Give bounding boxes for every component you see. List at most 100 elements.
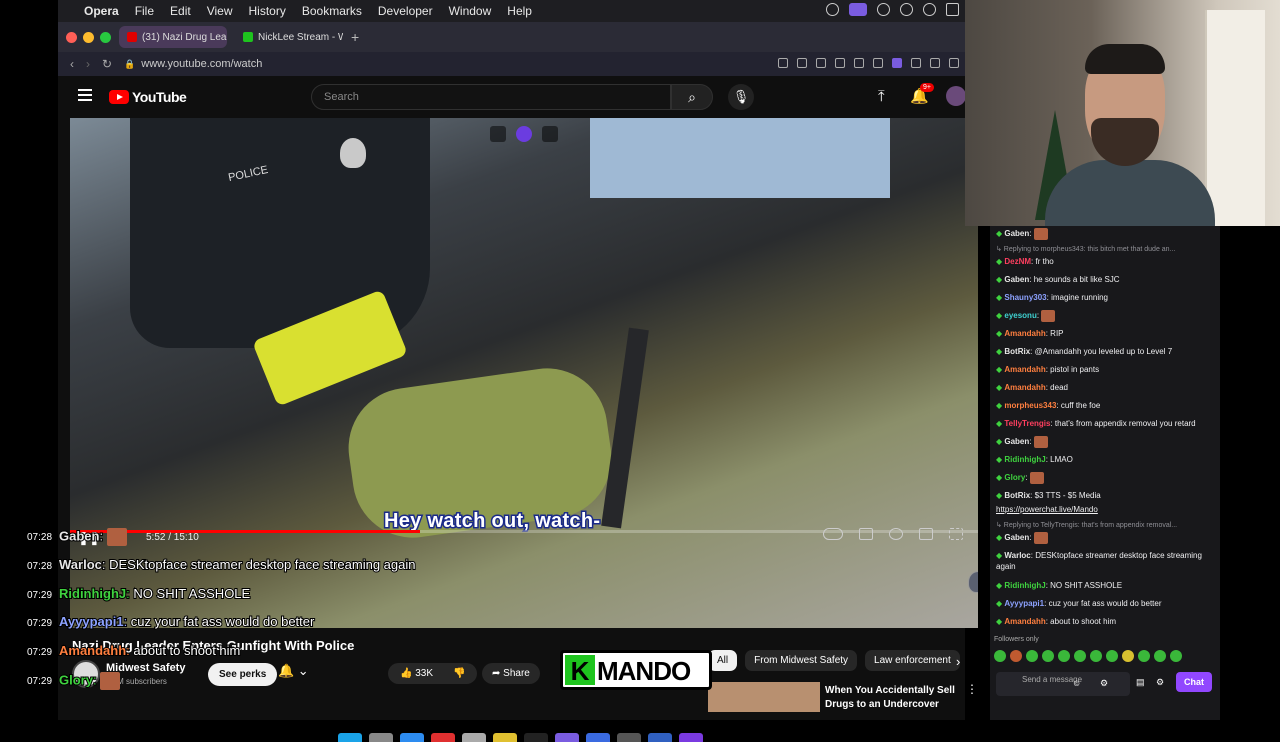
menubar-app-name[interactable]: Opera bbox=[84, 4, 119, 18]
menu-icon[interactable] bbox=[911, 58, 921, 68]
shield-icon[interactable] bbox=[816, 58, 826, 68]
menu-bookmarks[interactable]: Bookmarks bbox=[302, 4, 362, 18]
emote-icon[interactable] bbox=[1010, 650, 1022, 662]
emote-icon[interactable] bbox=[1058, 650, 1070, 662]
camera-icon[interactable] bbox=[797, 58, 807, 68]
chip-all[interactable]: All bbox=[708, 650, 738, 671]
close-window-button[interactable] bbox=[66, 31, 77, 43]
emote-icon[interactable] bbox=[1138, 650, 1150, 662]
chat-username[interactable]: Shauny303 bbox=[1004, 293, 1046, 302]
dock-app-icon[interactable] bbox=[400, 733, 424, 742]
related-video-title[interactable]: When You Accidentally Sell Drugs to an U… bbox=[825, 684, 955, 712]
chat-username[interactable]: BotRix bbox=[1004, 491, 1030, 500]
emote-icon[interactable] bbox=[1074, 650, 1086, 662]
search-icon[interactable]: ⌕ bbox=[671, 84, 713, 110]
play-icon[interactable] bbox=[835, 58, 845, 68]
menu-file[interactable]: File bbox=[135, 4, 154, 18]
new-tab-button[interactable]: + bbox=[351, 29, 359, 45]
chat-username[interactable]: Warloc bbox=[1004, 551, 1030, 560]
emote-icon[interactable] bbox=[994, 650, 1006, 662]
chip-from-channel[interactable]: From Midwest Safety bbox=[745, 650, 858, 671]
dock-app-icon[interactable] bbox=[586, 733, 610, 742]
menu-edit[interactable]: Edit bbox=[170, 4, 191, 18]
emote-icon[interactable] bbox=[1154, 650, 1166, 662]
autoplay-toggle-icon[interactable] bbox=[823, 528, 843, 540]
dock-app-icon[interactable] bbox=[648, 733, 672, 742]
chat-username[interactable]: Amandahh bbox=[1004, 365, 1045, 374]
edit-icon[interactable] bbox=[778, 58, 788, 68]
tab-kick-stream[interactable]: NickLee Stream - Watch bbox=[235, 26, 343, 48]
emote-icon[interactable] bbox=[1122, 650, 1134, 662]
dock-app-icon[interactable] bbox=[493, 733, 517, 742]
emote-icon[interactable] bbox=[1170, 650, 1182, 662]
menu-history[interactable]: History bbox=[249, 4, 286, 18]
dock-app-icon[interactable] bbox=[679, 733, 703, 742]
share-button[interactable]: ➦ Share bbox=[482, 663, 540, 684]
chat-username[interactable]: Gaben bbox=[1004, 229, 1029, 238]
video-player[interactable]: POLICE bbox=[70, 118, 978, 628]
dock-app-icon[interactable] bbox=[431, 733, 455, 742]
miniplayer-icon[interactable] bbox=[490, 126, 506, 142]
extension-icon[interactable] bbox=[892, 58, 902, 68]
dock-app-icon[interactable] bbox=[524, 733, 548, 742]
chat-send-button[interactable]: Chat bbox=[1176, 672, 1212, 692]
search-input[interactable]: Search bbox=[311, 84, 671, 110]
menu-help[interactable]: Help bbox=[507, 4, 532, 18]
control-center-icon[interactable] bbox=[946, 3, 959, 16]
heart-icon[interactable] bbox=[854, 58, 864, 68]
menu-window[interactable]: Window bbox=[449, 4, 492, 18]
more-options-icon[interactable]: ⋮ bbox=[966, 682, 978, 696]
chat-username[interactable]: RidinhighJ bbox=[1004, 455, 1045, 464]
emote-icon[interactable] bbox=[1042, 650, 1054, 662]
chat-username[interactable]: TellyTrengis bbox=[1004, 419, 1050, 428]
emote-icon[interactable] bbox=[1106, 650, 1118, 662]
chat-username[interactable]: Gaben bbox=[1004, 437, 1029, 446]
profile-icon[interactable] bbox=[930, 58, 940, 68]
captions-icon[interactable] bbox=[859, 528, 873, 540]
dock-app-icon[interactable] bbox=[617, 733, 641, 742]
fullscreen-icon[interactable] bbox=[949, 528, 963, 540]
theater-mode-icon[interactable] bbox=[919, 528, 933, 540]
chat-username[interactable]: RidinhighJ bbox=[1004, 581, 1045, 590]
upload-icon[interactable]: ⤒ bbox=[878, 88, 885, 105]
reload-icon[interactable]: ↻ bbox=[102, 57, 112, 71]
back-icon[interactable]: ‹ bbox=[70, 57, 74, 71]
subscription-bell-icon[interactable]: 🔔 ⌄ bbox=[278, 663, 309, 679]
forward-icon[interactable]: › bbox=[86, 57, 90, 71]
chat-message-input[interactable]: Send a message bbox=[996, 672, 1130, 696]
chat-username[interactable]: eyesonu bbox=[1004, 311, 1036, 320]
chat-username[interactable]: morpheus343 bbox=[1004, 401, 1056, 410]
emote-icon[interactable] bbox=[1026, 650, 1038, 662]
chip-law-enforcement[interactable]: Law enforcement bbox=[865, 650, 960, 671]
emote-picker-icon[interactable]: ☺ bbox=[1072, 678, 1081, 688]
chat-username[interactable]: DezNM bbox=[1004, 257, 1031, 266]
settings-gear-icon[interactable]: ⚙ bbox=[1156, 677, 1164, 688]
dock-app-icon[interactable] bbox=[369, 733, 393, 742]
dock-app-icon[interactable] bbox=[338, 733, 362, 742]
dock-app-icon[interactable] bbox=[462, 733, 486, 742]
url-text[interactable]: www.youtube.com/watch bbox=[141, 58, 262, 70]
status-icon[interactable] bbox=[826, 3, 839, 16]
chat-username[interactable]: Amandahh bbox=[1004, 617, 1045, 626]
box-icon[interactable] bbox=[949, 58, 959, 68]
emote-icon[interactable] bbox=[1090, 650, 1102, 662]
chat-username[interactable]: Glory bbox=[1004, 473, 1025, 482]
microphone-icon[interactable]: 🎙 bbox=[728, 84, 754, 110]
dock-app-icon[interactable] bbox=[555, 733, 579, 742]
hamburger-menu-icon[interactable] bbox=[78, 89, 92, 101]
chat-tools-icon[interactable]: ⚙ bbox=[1100, 678, 1108, 689]
chat-username[interactable]: Amandahh bbox=[1004, 383, 1045, 392]
menu-view[interactable]: View bbox=[207, 4, 233, 18]
chat-username[interactable]: Gaben bbox=[1004, 533, 1029, 542]
chat-username[interactable]: Ayyypapi1 bbox=[1004, 599, 1044, 608]
tab-youtube[interactable]: (31) Nazi Drug Leade bbox=[119, 26, 227, 48]
youtube-logo[interactable]: YouTube bbox=[109, 89, 187, 105]
ai-sparkle-icon[interactable] bbox=[516, 126, 532, 142]
chat-link[interactable]: https://powerchat.live/Mando bbox=[996, 504, 1212, 515]
dislike-icon[interactable]: 👎 bbox=[453, 668, 465, 679]
download-icon[interactable] bbox=[873, 58, 883, 68]
gift-icon[interactable]: ▤ bbox=[1136, 677, 1145, 688]
channel-watermark-icon[interactable] bbox=[968, 571, 978, 593]
zoom-window-button[interactable] bbox=[100, 31, 111, 43]
settings-gear-icon[interactable] bbox=[889, 528, 903, 540]
